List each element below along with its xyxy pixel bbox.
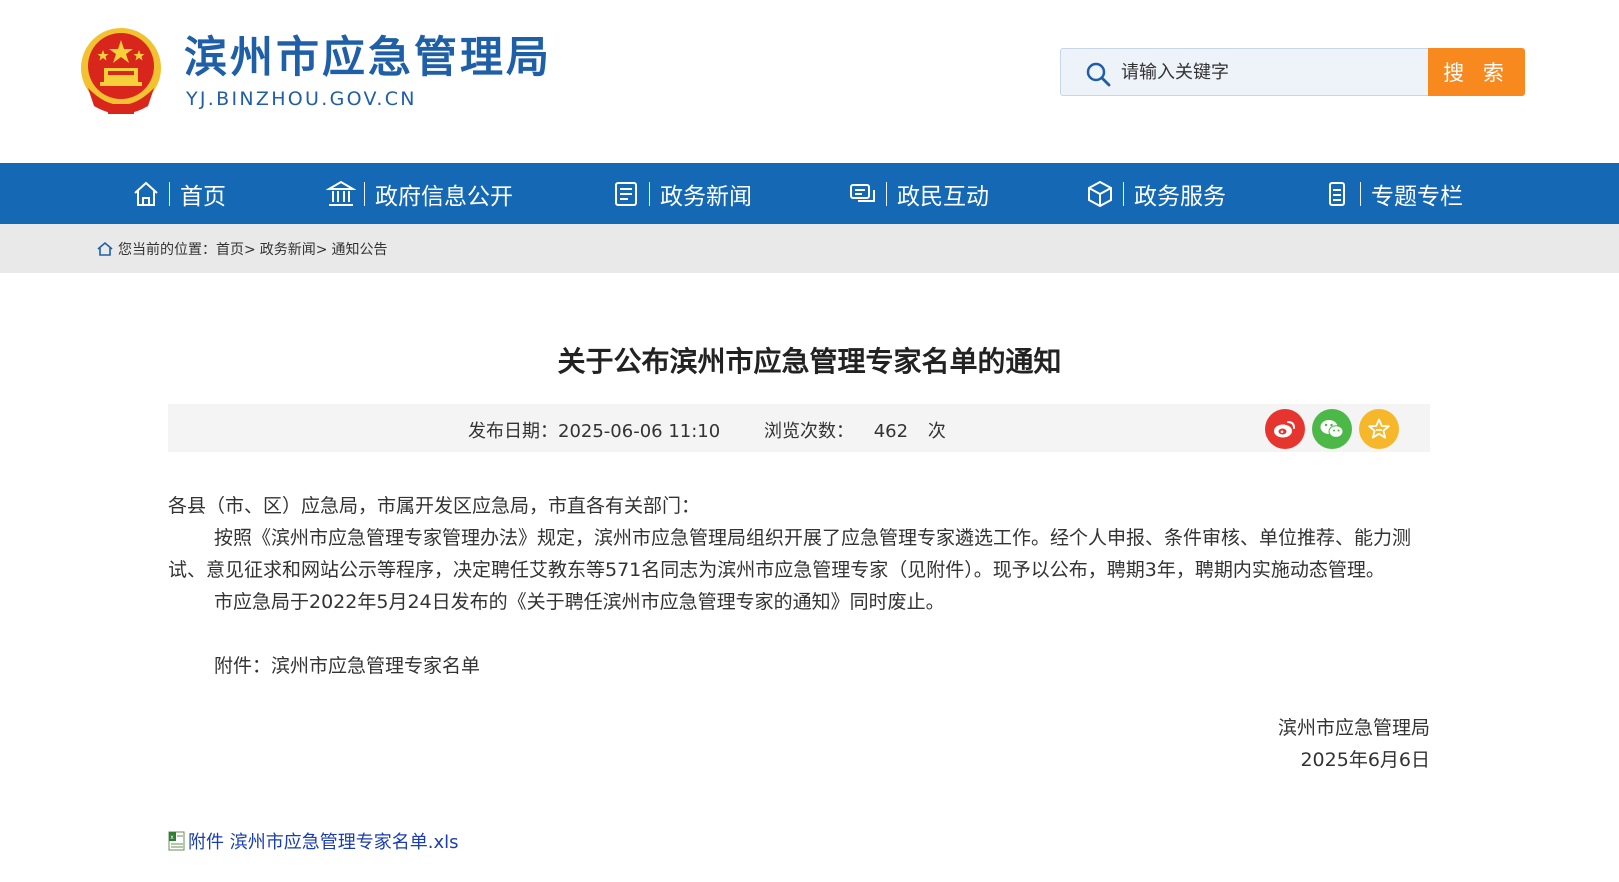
weibo-icon	[1274, 421, 1295, 438]
breadcrumb-news[interactable]: 政务新闻>	[260, 239, 328, 259]
site-title[interactable]: 滨州市应急管理局	[184, 30, 552, 86]
article-body: 各县（市、区）应急局，市属开发区应急局，市直各有关部门： 按照《滨州市应急管理专…	[168, 490, 1430, 776]
paragraph: 市应急局于2022年5月24日发布的《关于聘任滨州市应急管理专家的通知》同时废止…	[214, 591, 945, 613]
favorite-button[interactable]	[1359, 409, 1399, 449]
nav-separator	[364, 181, 365, 206]
site-header: 滨州市应急管理局 YJ.BINZHOU.GOV.CN 搜 索	[0, 0, 1619, 163]
nav-item-home[interactable]: 首页	[131, 163, 226, 224]
view-count: 浏览次数： 462 次	[764, 417, 946, 443]
government-building-icon	[326, 180, 356, 206]
chat-icon	[850, 183, 875, 202]
svg-text:x: x	[170, 834, 174, 841]
article-title: 关于公布滨州市应急管理专家名单的通知	[557, 345, 1062, 378]
attachment-note: 附件：滨州市应急管理专家名单	[214, 655, 481, 677]
nav-item-services[interactable]: 政务服务	[1085, 163, 1226, 224]
search-input[interactable]	[1121, 49, 1421, 95]
views-label: 浏览次数：	[764, 421, 854, 442]
breadcrumb-notice[interactable]: 通知公告	[331, 239, 387, 259]
signature-date: 2025年6月6日	[1300, 749, 1430, 771]
views-unit: 次	[927, 421, 946, 442]
nav-label: 首页	[180, 183, 226, 210]
share-wechat-button[interactable]	[1312, 409, 1352, 449]
nav-separator	[886, 181, 887, 206]
breadcrumb: 您当前的位置： 首页> 政务新闻> 通知公告	[0, 224, 1619, 273]
column-icon	[1329, 181, 1345, 206]
nav-item-gov-info[interactable]: 政府信息公开	[326, 163, 513, 224]
attachment-label[interactable]: 附件 滨州市应急管理专家名单.xls	[188, 828, 458, 854]
salutation: 各县（市、区）应急局，市属开发区应急局，市直各有关部门：	[168, 495, 701, 517]
publish-date: 发布日期：2025-06-06 11:10	[468, 421, 721, 442]
nav-label: 政务新闻	[660, 183, 752, 210]
nav-label: 专题专栏	[1371, 183, 1463, 210]
main-nav: 首页 政府信息公开 政务新闻 政民互动 政务服务 专题专栏	[0, 163, 1619, 224]
search-box	[1060, 48, 1428, 96]
search-button[interactable]: 搜 索	[1428, 48, 1525, 96]
article-meta: 发布日期：2025-06-06 11:10 浏览次数： 462 次	[168, 404, 1430, 452]
breadcrumb-prefix: 您当前的位置：	[118, 242, 216, 258]
breadcrumb-home[interactable]: 首页>	[216, 239, 256, 259]
news-icon	[615, 181, 637, 206]
wechat-icon	[1320, 420, 1344, 438]
search-icon	[1086, 62, 1111, 87]
nav-separator	[649, 181, 650, 206]
nav-label: 政民互动	[897, 183, 989, 210]
nav-separator	[1360, 181, 1361, 206]
national-emblem-icon[interactable]	[78, 26, 164, 118]
attachment-link[interactable]: x 附件 滨州市应急管理专家名单.xls	[168, 828, 458, 854]
nav-item-news[interactable]: 政务新闻	[611, 163, 752, 224]
nav-label: 政务服务	[1134, 183, 1226, 210]
excel-file-icon: x	[168, 831, 185, 851]
paragraph: 按照《滨州市应急管理专家管理办法》规定，滨州市应急管理局组织开展了应急管理专家遴…	[168, 527, 1412, 581]
share-weibo-button[interactable]	[1265, 409, 1305, 449]
nav-label: 政府信息公开	[375, 183, 513, 210]
nav-item-interaction[interactable]: 政民互动	[848, 163, 989, 224]
signature-org: 滨州市应急管理局	[1277, 717, 1430, 739]
nav-separator	[1123, 181, 1124, 206]
nav-item-special-columns[interactable]: 专题专栏	[1322, 163, 1463, 224]
views-count: 462	[873, 421, 909, 442]
service-cube-icon	[1088, 180, 1112, 207]
home-icon	[97, 241, 113, 256]
site-domain: YJ.BINZHOU.GOV.CN	[186, 88, 417, 110]
nav-separator	[169, 181, 170, 206]
favorite-star-icon	[1368, 418, 1390, 439]
home-icon	[134, 181, 158, 206]
